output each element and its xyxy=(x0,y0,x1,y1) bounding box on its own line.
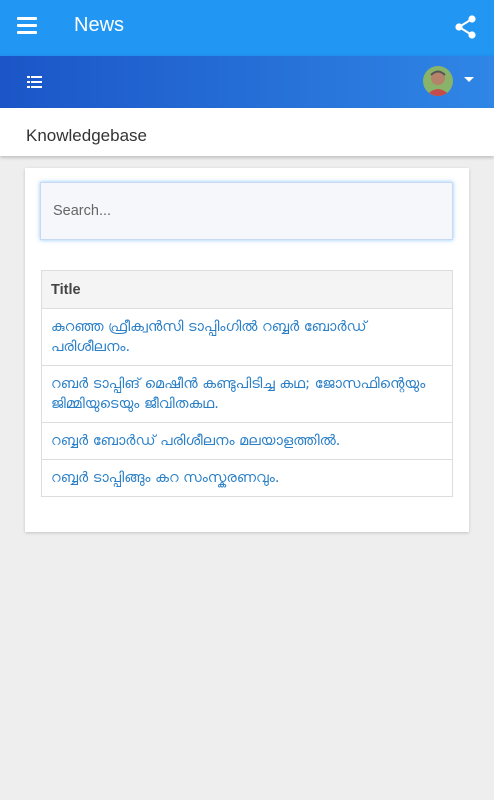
user-avatar[interactable] xyxy=(423,66,453,96)
table-row: റബർ ടാപ്പിങ് മെഷീൻ കണ്ടുപിടിച്ച കഥ; ജോസഫ… xyxy=(41,365,453,423)
caret-down-icon[interactable] xyxy=(464,77,474,82)
table-header-row: Title xyxy=(41,270,453,309)
page-title: Knowledgebase xyxy=(26,126,147,145)
page-header: Knowledgebase xyxy=(0,108,494,156)
article-link[interactable]: റബ്ബർ ബോർഡ് പരിശീലനം മലയാളത്തിൽ. xyxy=(51,433,340,449)
app-title: News xyxy=(74,14,125,36)
table-row: റബ്ബർ ബോർഡ് പരിശീലനം മലയാളത്തിൽ. xyxy=(41,422,453,460)
list-icon[interactable] xyxy=(27,75,43,89)
hamburger-icon[interactable] xyxy=(17,17,39,37)
table-cell: റബ്ബർ ബോർഡ് പരിശീലനം മലയാളത്തിൽ. xyxy=(41,422,453,460)
share-icon[interactable] xyxy=(454,14,478,40)
column-header-title: Title xyxy=(41,270,453,309)
table-cell: കുറഞ്ഞ ഫ്രീക്വൻസി ടാപ്പിംഗിൽ റബ്ബർ ബോർഡ്… xyxy=(41,308,453,366)
table-row: കുറഞ്ഞ ഫ്രീക്വൻസി ടാപ്പിംഗിൽ റബ്ബർ ബോർഡ്… xyxy=(41,308,453,366)
article-link[interactable]: റബ്ബർ ടാപ്പിങ്ങും കറ സംസ്കരണവും. xyxy=(51,470,279,486)
table-cell: റബർ ടാപ്പിങ് മെഷീൻ കണ്ടുപിടിച്ച കഥ; ജോസഫ… xyxy=(41,365,453,423)
knowledgebase-table: Title കുറഞ്ഞ ഫ്രീക്വൻസി ടാപ്പിംഗിൽ റബ്ബർ… xyxy=(41,270,453,497)
sub-toolbar xyxy=(0,56,494,108)
article-link[interactable]: കുറഞ്ഞ ഫ്രീക്വൻസി ടാപ്പിംഗിൽ റബ്ബർ ബോർഡ്… xyxy=(51,319,367,355)
article-link[interactable]: റബർ ടാപ്പിങ് മെഷീൻ കണ്ടുപിടിച്ച കഥ; ജോസഫ… xyxy=(51,376,425,412)
app-bar: News xyxy=(0,0,494,56)
search-input[interactable] xyxy=(40,182,453,240)
table-cell: റബ്ബർ ടാപ്പിങ്ങും കറ സംസ്കരണവും. xyxy=(41,459,453,497)
table-row: റബ്ബർ ടാപ്പിങ്ങും കറ സംസ്കരണവും. xyxy=(41,459,453,497)
knowledgebase-card: Title കുറഞ്ഞ ഫ്രീക്വൻസി ടാപ്പിംഗിൽ റബ്ബർ… xyxy=(25,168,469,532)
